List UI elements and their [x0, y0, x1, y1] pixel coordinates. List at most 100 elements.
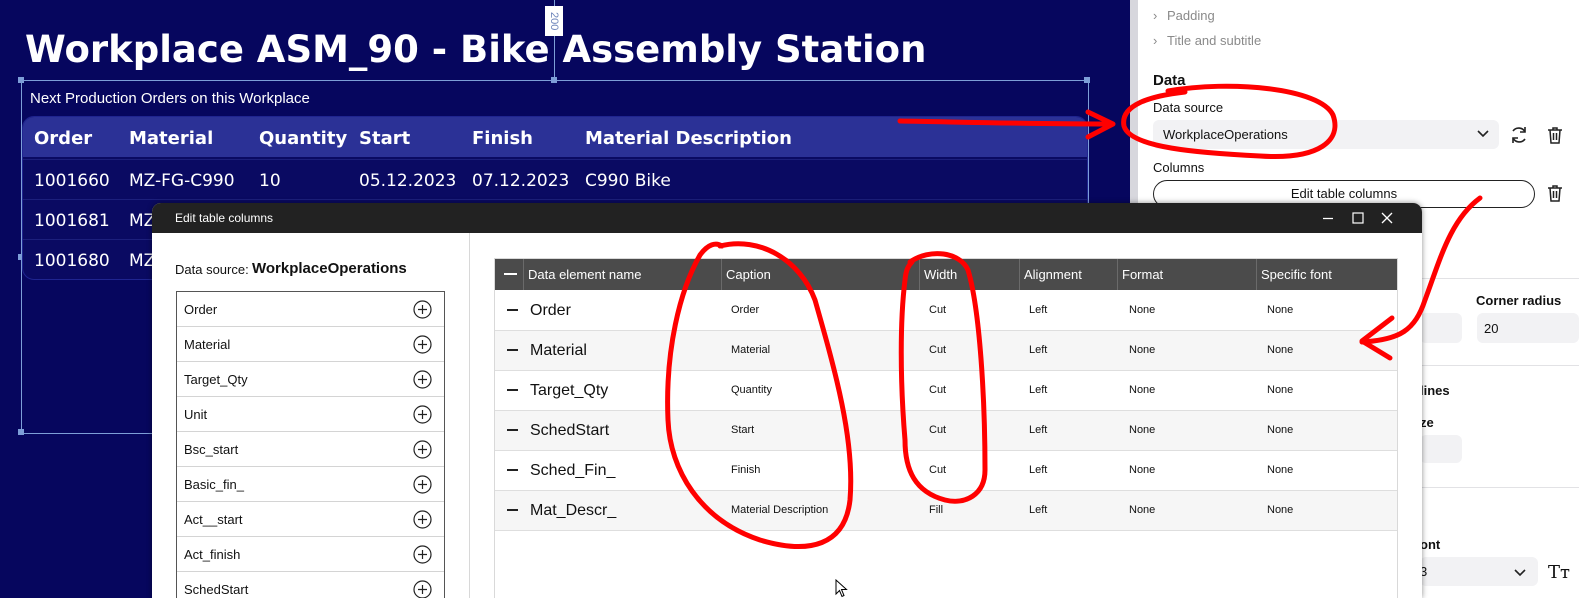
add-circle-icon[interactable] — [413, 580, 432, 598]
grid-header-cell[interactable]: Data element name — [528, 267, 641, 282]
remove-row-icon[interactable] — [507, 389, 518, 391]
add-circle-icon[interactable] — [413, 335, 432, 354]
field-item[interactable]: Basic_fin_ — [177, 467, 444, 502]
field-item[interactable]: SchedStart — [177, 572, 444, 598]
column-row[interactable]: Sched_Fin_ Finish Cut Left None None — [495, 451, 1397, 491]
delete-data-source-icon[interactable] — [1544, 124, 1566, 146]
format-cell[interactable]: None — [1129, 384, 1155, 396]
add-circle-icon[interactable] — [413, 510, 432, 529]
field-item[interactable]: Act__start — [177, 502, 444, 537]
minimize-icon[interactable] — [1319, 209, 1337, 227]
grid-header-cell[interactable]: Alignment — [1024, 267, 1082, 282]
width-cell[interactable]: Cut — [929, 424, 946, 436]
alignment-cell[interactable]: Left — [1029, 464, 1047, 476]
field-item[interactable]: Bsc_start — [177, 432, 444, 467]
corner-radius-input[interactable]: 20 — [1477, 313, 1579, 343]
width-cell[interactable]: Cut — [929, 464, 946, 476]
data-element-name: Mat_Descr_ — [530, 502, 617, 519]
chevron-right-icon: › — [1153, 33, 1158, 48]
border-width-input[interactable] — [1420, 313, 1462, 343]
field-item[interactable]: Order — [177, 292, 444, 327]
caption-cell[interactable]: Start — [731, 424, 754, 436]
font-cell[interactable]: None — [1267, 504, 1293, 516]
field-item[interactable]: Material — [177, 327, 444, 362]
add-circle-icon[interactable] — [413, 545, 432, 564]
remove-row-icon[interactable] — [507, 509, 518, 511]
chevron-right-icon: › — [1153, 8, 1158, 23]
preview-cell: 1001680 — [34, 251, 110, 271]
maximize-icon[interactable] — [1349, 209, 1367, 227]
add-circle-icon[interactable] — [413, 475, 432, 494]
preview-header-cell: Material — [129, 128, 214, 149]
data-source-select[interactable]: WorkplaceOperations — [1153, 120, 1499, 149]
size-label-fragment: ze — [1420, 415, 1434, 430]
field-item[interactable]: Unit — [177, 397, 444, 432]
alignment-cell[interactable]: Left — [1029, 344, 1047, 356]
remove-row-icon[interactable] — [507, 349, 518, 351]
column-row[interactable]: Material Material Cut Left None None — [495, 331, 1397, 371]
format-cell[interactable]: None — [1129, 424, 1155, 436]
font-cell[interactable]: None — [1267, 384, 1293, 396]
width-cell[interactable]: Cut — [929, 304, 946, 316]
add-circle-icon[interactable] — [413, 405, 432, 424]
field-item[interactable]: Act_finish — [177, 537, 444, 572]
delete-columns-icon[interactable] — [1544, 182, 1566, 204]
dialog-titlebar[interactable]: Edit table columns — [152, 203, 1422, 233]
alignment-cell[interactable]: Left — [1029, 304, 1047, 316]
width-cell[interactable]: Cut — [929, 384, 946, 396]
font-select[interactable]: 3 — [1420, 557, 1538, 586]
caption-cell[interactable]: Material Description — [731, 504, 828, 516]
font-cell[interactable]: None — [1267, 344, 1293, 356]
caption-cell[interactable]: Quantity — [731, 384, 772, 396]
remove-all-icon[interactable] — [504, 273, 517, 275]
column-row[interactable]: Target_Qty Quantity Cut Left None None — [495, 371, 1397, 411]
format-cell[interactable]: None — [1129, 504, 1155, 516]
caption-cell[interactable]: Order — [731, 304, 759, 316]
add-circle-icon[interactable] — [413, 440, 432, 459]
column-row[interactable]: Mat_Descr_ Material Description Fill Lef… — [495, 491, 1397, 531]
data-element-name: Material — [530, 342, 587, 359]
remove-row-icon[interactable] — [507, 469, 518, 471]
resize-handle-top[interactable] — [551, 77, 557, 83]
grid-header-cell[interactable]: Specific font — [1261, 267, 1332, 282]
canvas-title[interactable]: Workplace ASM_90 - Bike Assembly Station — [25, 28, 926, 71]
width-cell[interactable]: Cut — [929, 344, 946, 356]
field-list[interactable]: Order Material Target_Qty Unit Bsc_start… — [176, 291, 445, 598]
font-cell[interactable]: None — [1267, 424, 1293, 436]
text-size-icon[interactable]: Tт — [1548, 562, 1570, 583]
resize-handle-top-left[interactable] — [18, 77, 24, 83]
alignment-cell[interactable]: Left — [1029, 504, 1047, 516]
data-source-label: Data source — [1153, 100, 1224, 115]
font-cell[interactable]: None — [1267, 304, 1293, 316]
accordion-padding[interactable]: › Padding — [1153, 8, 1215, 23]
format-cell[interactable]: None — [1129, 304, 1155, 316]
field-item[interactable]: Target_Qty — [177, 362, 444, 397]
data-source-value: WorkplaceOperations — [1163, 127, 1288, 142]
refresh-icon[interactable] — [1508, 124, 1530, 146]
add-circle-icon[interactable] — [413, 300, 432, 319]
alignment-cell[interactable]: Left — [1029, 384, 1047, 396]
caption-cell[interactable]: Material — [731, 344, 770, 356]
grid-header-cell[interactable]: Caption — [726, 267, 771, 282]
column-row[interactable]: Order Order Cut Left None None — [495, 291, 1397, 331]
preview-cell: 10 — [259, 171, 281, 191]
add-circle-icon[interactable] — [413, 370, 432, 389]
grid-header-cell[interactable]: Format — [1122, 267, 1163, 282]
column-row[interactable]: SchedStart Start Cut Left None None — [495, 411, 1397, 451]
alignment-cell[interactable]: Left — [1029, 424, 1047, 436]
caption-cell[interactable]: Finish — [731, 464, 760, 476]
accordion-title-subtitle[interactable]: › Title and subtitle — [1153, 33, 1261, 48]
field-name: Bsc_start — [184, 442, 239, 457]
size-input[interactable] — [1420, 435, 1462, 463]
resize-handle-top-right[interactable] — [1084, 77, 1090, 83]
data-element-name: Sched_Fin_ — [530, 462, 616, 479]
remove-row-icon[interactable] — [507, 429, 518, 431]
grid-header-cell[interactable]: Width — [924, 267, 957, 282]
close-icon[interactable] — [1378, 209, 1396, 227]
width-cell[interactable]: Fill — [929, 504, 943, 516]
format-cell[interactable]: None — [1129, 464, 1155, 476]
resize-handle-bottom-left[interactable] — [18, 429, 24, 435]
remove-row-icon[interactable] — [507, 309, 518, 311]
font-cell[interactable]: None — [1267, 464, 1293, 476]
format-cell[interactable]: None — [1129, 344, 1155, 356]
